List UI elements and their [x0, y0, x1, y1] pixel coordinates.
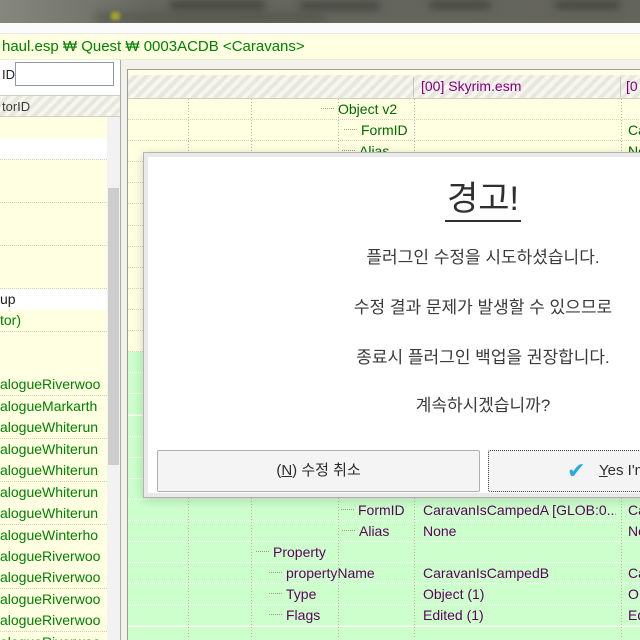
- column-header-skyrim-esm[interactable]: [00] Skyrim.esm: [421, 75, 521, 98]
- warning-dialog-body: 경고! 플러그인 수정을 시도하셨습니다. 수정 결과 문제가 발생할 수 있으…: [148, 157, 640, 493]
- cancel-label-post: ) 수정 취소: [292, 462, 361, 479]
- left-scrollbar[interactable]: [107, 117, 120, 640]
- confirm-yes-button[interactable]: ✔ Yes I'm a: [488, 450, 640, 492]
- dialog-title-text: 경고!: [444, 180, 521, 222]
- dialog-title: 경고!: [148, 171, 640, 222]
- list-item[interactable]: [0, 181, 107, 204]
- toolbar-smudge: [95, 14, 325, 21]
- field-value-skyrim: Object (1): [423, 586, 485, 603]
- field-label: FormID: [361, 122, 408, 139]
- filter-input[interactable]: [15, 62, 114, 86]
- tree-branch-icon: [269, 572, 282, 574]
- toolbar-smudge: [300, 2, 380, 10]
- tree-branch-icon: [256, 551, 269, 553]
- list-item[interactable]: [0, 267, 107, 290]
- field-label: Object v2: [338, 101, 398, 117]
- left-scrollbar-thumb[interactable]: [108, 188, 119, 465]
- filter-label: ID: [2, 67, 15, 82]
- record-list: up tor) alogueRiverwoo alogueMarkarth alogue…: [0, 117, 107, 640]
- field-value-skyrim: Edited (1): [423, 607, 484, 624]
- cancel-mnemonic: N: [281, 462, 293, 479]
- list-item[interactable]: [0, 224, 107, 247]
- list-item[interactable]: alogueMarkarth: [0, 395, 107, 418]
- tree-branch-icon: [269, 593, 282, 595]
- field-label: Property: [273, 544, 326, 561]
- record-tree-panel: ID torID up tor) alogueRiverwoo alogueMarka…: [0, 60, 121, 640]
- confirm-label-post: es I'm a: [607, 462, 640, 479]
- list-item[interactable]: alogueRiverwoo: [0, 588, 107, 611]
- list-item[interactable]: alogueWhiterun: [0, 460, 107, 483]
- field-label: Type: [286, 586, 317, 603]
- blurred-toolbar: [0, 0, 640, 23]
- confirm-mnemonic: Y: [599, 462, 608, 479]
- header-separator: [620, 77, 621, 97]
- table-row[interactable]: propertyName CaravanIsCampedB Ca: [128, 563, 640, 585]
- list-item[interactable]: [0, 352, 107, 375]
- list-item[interactable]: alogueRiverwoo: [0, 546, 107, 568]
- field-value-plugin: Ca: [628, 565, 640, 582]
- list-item[interactable]: alogueWhiterun: [0, 438, 107, 461]
- list-item[interactable]: [0, 202, 107, 225]
- field-label: Alias: [359, 523, 390, 539]
- list-item[interactable]: tor): [0, 310, 107, 333]
- table-row[interactable]: [128, 626, 640, 640]
- column-header-plugin[interactable]: [0: [626, 75, 638, 98]
- list-item[interactable]: alogueWinterho: [0, 524, 107, 547]
- tree-branch-icon: [321, 108, 334, 109]
- field-value-plugin: Ca: [628, 122, 640, 139]
- toolbar-smudge: [430, 1, 490, 9]
- app-window: haul.esp ₩ Quest ₩ 0003ACDB <Caravans> I…: [0, 0, 640, 640]
- list-item[interactable]: [0, 331, 107, 354]
- dialog-question-line: 계속하시겠습니까?: [415, 396, 551, 415]
- field-label: Flags: [286, 607, 321, 624]
- field-value-skyrim: CaravanIsCampedB: [423, 565, 550, 582]
- field-value-skyrim: None: [423, 523, 457, 539]
- list-item[interactable]: [0, 245, 107, 268]
- field-label: FormID: [358, 501, 405, 518]
- warning-dialog: 경고! 플러그인 수정을 시도하셨습니다. 수정 결과 문제가 발생할 수 있으…: [143, 152, 640, 498]
- toolbar-smudge: [170, 1, 265, 10]
- list-item[interactable]: alogueRiverwoo: [0, 374, 107, 397]
- dialog-message-line: 플러그인 수정을 시도하셨습니다.: [366, 248, 600, 267]
- header-separator: [413, 77, 414, 97]
- toolbar-smudge: [555, 1, 620, 9]
- view-table-header: [00] Skyrim.esm [0: [128, 75, 640, 99]
- list-item[interactable]: [0, 159, 107, 182]
- editorid-column-header[interactable]: torID: [0, 95, 120, 117]
- toolbar-divider: [0, 23, 640, 34]
- dialog-message-line: 종료시 플러그인 백업을 권장합니다.: [356, 348, 610, 367]
- list-item[interactable]: alogueRiverwoo: [0, 631, 107, 640]
- table-row[interactable]: Alias None No: [128, 521, 640, 543]
- field-value-plugin: Ed: [628, 607, 640, 624]
- table-row[interactable]: FormID CaravanIsCampedA [GLOB:0... Ca: [128, 499, 640, 521]
- table-row[interactable]: Object v2: [128, 99, 640, 121]
- table-row[interactable]: Flags Edited (1) Ed: [128, 605, 640, 627]
- list-item[interactable]: [0, 138, 107, 161]
- list-item[interactable]: alogueWhiterun: [0, 481, 107, 504]
- tree-branch-icon: [269, 614, 282, 616]
- tree-branch-icon: [344, 129, 357, 131]
- table-row[interactable]: Type Object (1) O: [128, 584, 640, 606]
- field-value-plugin: No: [628, 523, 640, 539]
- check-icon: ✔: [567, 458, 586, 483]
- list-item[interactable]: alogueWhiterun: [0, 503, 107, 526]
- field-value-skyrim: CaravanIsCampedA [GLOB:0...: [423, 501, 616, 518]
- table-row[interactable]: FormID Ca: [128, 120, 640, 142]
- field-label: propertyName: [286, 565, 375, 582]
- breadcrumb: haul.esp ₩ Quest ₩ 0003ACDB <Caravans>: [0, 34, 640, 60]
- list-item[interactable]: up: [0, 288, 107, 311]
- list-item[interactable]: alogueRiverwoo: [0, 567, 107, 590]
- table-row[interactable]: Property: [128, 542, 640, 564]
- toolbar-icon-smudge: [111, 12, 120, 20]
- list-item[interactable]: [0, 117, 107, 139]
- list-item[interactable]: alogueWhiterun: [0, 417, 107, 440]
- cancel-edit-button[interactable]: (N) 수정 취소: [157, 450, 480, 492]
- field-value-plugin: Ca: [628, 501, 640, 518]
- confirm-label: Yes I'm a: [599, 451, 640, 491]
- list-item[interactable]: alogueRiverwoo: [0, 610, 107, 633]
- dialog-message-line: 수정 결과 문제가 발생할 수 있으므로: [353, 298, 613, 317]
- field-value-plugin: O: [628, 586, 639, 603]
- tree-branch-icon: [341, 508, 354, 510]
- tree-branch-icon: [342, 530, 355, 531]
